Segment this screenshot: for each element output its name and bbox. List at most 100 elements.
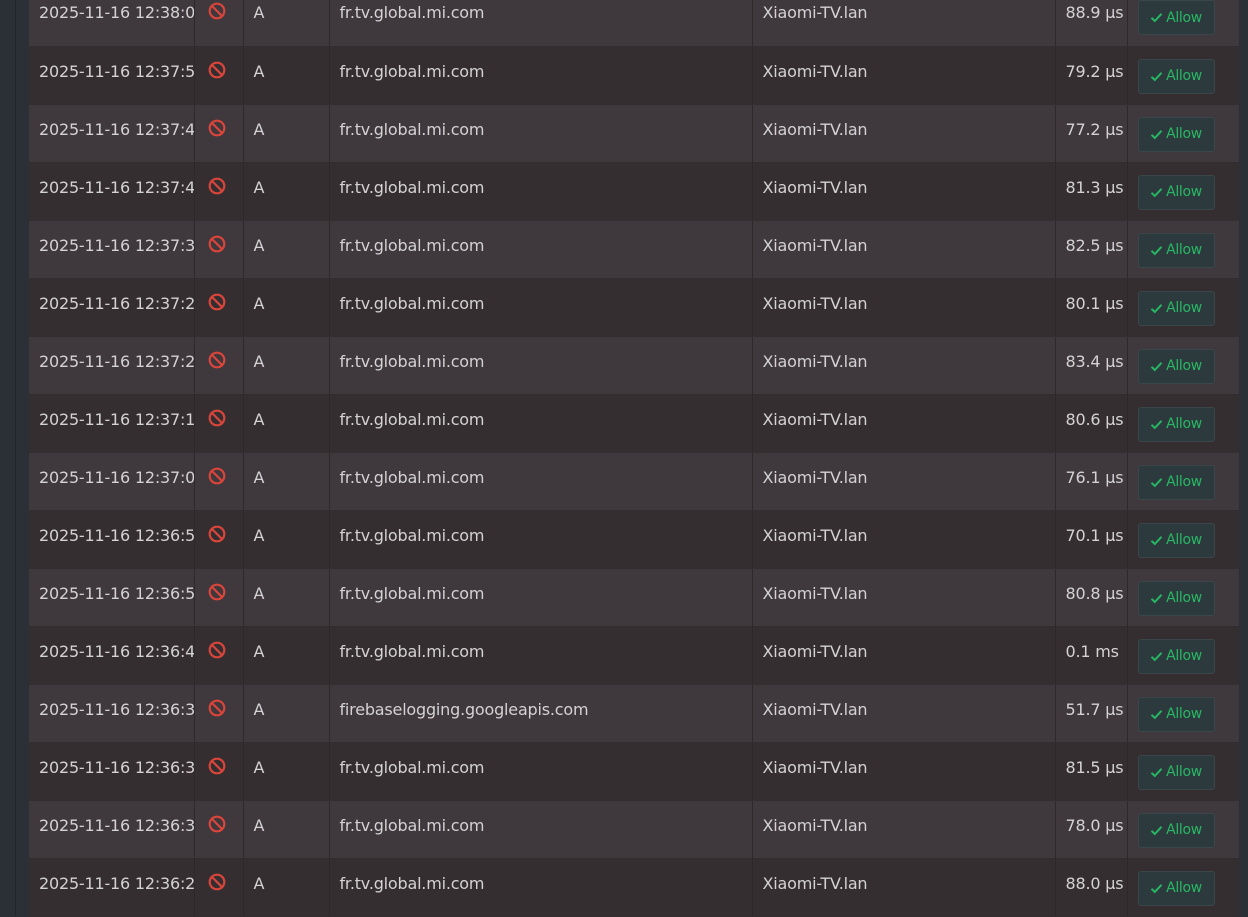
allow-button-label: Allow bbox=[1166, 184, 1202, 200]
client-cell: Xiaomi-TV.lan bbox=[752, 220, 1056, 279]
query-client: Xiaomi-TV.lan bbox=[762, 873, 868, 893]
check-icon bbox=[1150, 71, 1163, 81]
query-time: 2025-11-16 12:37:05 bbox=[39, 467, 194, 487]
block-icon bbox=[208, 815, 225, 832]
query-type: A bbox=[253, 583, 265, 603]
allow-button[interactable]: Allow bbox=[1137, 464, 1215, 500]
block-icon bbox=[208, 61, 225, 78]
reply-cell: 70.1 µs bbox=[1055, 510, 1128, 569]
query-client: Xiaomi-TV.lan bbox=[762, 409, 868, 429]
client-cell: Xiaomi-TV.lan bbox=[752, 452, 1056, 511]
query-time: 2025-11-16 12:36:37 bbox=[39, 699, 194, 719]
allow-button[interactable]: Allow bbox=[1137, 406, 1215, 442]
table-row: 2025-11-16 12:37:41 A fr.tv.global.mi.co… bbox=[29, 162, 1239, 221]
allow-button-label: Allow bbox=[1166, 880, 1202, 896]
action-cell: Allow bbox=[1127, 742, 1239, 801]
allow-button-label: Allow bbox=[1166, 822, 1202, 838]
time-cell: 2025-11-16 12:36:37 bbox=[29, 742, 195, 801]
client-cell: Xiaomi-TV.lan bbox=[752, 684, 1056, 743]
action-cell: Allow bbox=[1127, 0, 1239, 47]
status-cell bbox=[194, 510, 244, 569]
query-type: A bbox=[253, 815, 265, 835]
allow-button-label: Allow bbox=[1166, 474, 1202, 490]
query-domain: fr.tv.global.mi.com bbox=[339, 873, 485, 893]
allow-button-label: Allow bbox=[1166, 532, 1202, 548]
type-cell: A bbox=[243, 162, 330, 221]
client-cell: Xiaomi-TV.lan bbox=[752, 46, 1056, 105]
table-row: 2025-11-16 12:36:37 A fr.tv.global.mi.co… bbox=[29, 742, 1239, 801]
table-row: 2025-11-16 12:36:58 A fr.tv.global.mi.co… bbox=[29, 510, 1239, 569]
query-time: 2025-11-16 12:36:26 bbox=[39, 873, 194, 893]
allow-button-label: Allow bbox=[1166, 764, 1202, 780]
action-cell: Allow bbox=[1127, 46, 1239, 105]
query-domain: fr.tv.global.mi.com bbox=[339, 119, 485, 139]
allow-button[interactable]: Allow bbox=[1137, 116, 1215, 152]
reply-time: 81.5 µs bbox=[1065, 757, 1124, 777]
allow-button[interactable]: Allow bbox=[1137, 232, 1215, 268]
query-time: 2025-11-16 12:36:37 bbox=[39, 757, 194, 777]
allow-button-label: Allow bbox=[1166, 68, 1202, 84]
type-cell: A bbox=[243, 626, 330, 685]
query-domain: fr.tv.global.mi.com bbox=[339, 757, 485, 777]
block-icon bbox=[208, 699, 225, 716]
client-cell: Xiaomi-TV.lan bbox=[752, 278, 1056, 337]
allow-button[interactable]: Allow bbox=[1137, 638, 1215, 674]
allow-button[interactable]: Allow bbox=[1137, 58, 1215, 94]
allow-button[interactable]: Allow bbox=[1137, 290, 1215, 326]
action-cell: Allow bbox=[1127, 336, 1239, 395]
reply-cell: 82.5 µs bbox=[1055, 220, 1128, 279]
allow-button-label: Allow bbox=[1166, 9, 1202, 26]
reply-time: 78.0 µs bbox=[1065, 815, 1124, 835]
query-time: 2025-11-16 12:37:59 bbox=[39, 61, 194, 81]
domain-cell: fr.tv.global.mi.com bbox=[329, 394, 753, 453]
allow-button[interactable]: Allow bbox=[1137, 812, 1215, 848]
table-row: 2025-11-16 12:37:59 A fr.tv.global.mi.co… bbox=[29, 46, 1239, 105]
allow-button[interactable]: Allow bbox=[1137, 348, 1215, 384]
block-icon bbox=[208, 351, 225, 368]
allow-button[interactable]: Allow bbox=[1137, 580, 1215, 616]
action-cell: Allow bbox=[1127, 278, 1239, 337]
reply-time: 51.7 µs bbox=[1065, 699, 1124, 719]
table-row: 2025-11-16 12:37:13 A fr.tv.global.mi.co… bbox=[29, 394, 1239, 453]
action-cell: Allow bbox=[1127, 568, 1239, 627]
allow-button-label: Allow bbox=[1166, 242, 1202, 258]
allow-button-label: Allow bbox=[1166, 706, 1202, 722]
allow-button[interactable]: Allow bbox=[1137, 696, 1215, 732]
allow-button[interactable]: Allow bbox=[1137, 522, 1215, 558]
query-time: 2025-11-16 12:37:27 bbox=[39, 293, 194, 313]
allow-button-label: Allow bbox=[1166, 416, 1202, 432]
check-icon bbox=[1150, 593, 1163, 603]
block-icon bbox=[208, 235, 225, 252]
query-client: Xiaomi-TV.lan bbox=[762, 525, 868, 545]
table-row: 2025-11-16 12:36:44 A fr.tv.global.mi.co… bbox=[29, 626, 1239, 685]
table-row: 2025-11-16 12:37:20 A fr.tv.global.mi.co… bbox=[29, 336, 1239, 395]
allow-button[interactable]: Allow bbox=[1137, 0, 1215, 35]
domain-cell: fr.tv.global.mi.com bbox=[329, 452, 753, 511]
query-log-table-container: 2025-11-16 12:38:06 A fr.tv.global.mi.co… bbox=[29, 0, 1239, 917]
query-client: Xiaomi-TV.lan bbox=[762, 3, 868, 22]
query-client: Xiaomi-TV.lan bbox=[762, 351, 868, 371]
query-client: Xiaomi-TV.lan bbox=[762, 757, 868, 777]
allow-button-label: Allow bbox=[1166, 590, 1202, 606]
type-cell: A bbox=[243, 0, 330, 47]
query-client: Xiaomi-TV.lan bbox=[762, 235, 868, 255]
block-icon bbox=[208, 293, 225, 310]
query-type: A bbox=[253, 873, 265, 893]
check-icon bbox=[1150, 825, 1163, 835]
reply-cell: 80.8 µs bbox=[1055, 568, 1128, 627]
table-row: 2025-11-16 12:38:06 A fr.tv.global.mi.co… bbox=[29, 0, 1239, 47]
block-icon bbox=[208, 525, 225, 542]
action-cell: Allow bbox=[1127, 626, 1239, 685]
reply-cell: 81.5 µs bbox=[1055, 742, 1128, 801]
allow-button[interactable]: Allow bbox=[1137, 870, 1215, 906]
reply-cell: 77.2 µs bbox=[1055, 104, 1128, 163]
status-cell bbox=[194, 800, 244, 859]
check-icon bbox=[1150, 883, 1163, 893]
reply-time: 82.5 µs bbox=[1065, 235, 1124, 255]
block-icon bbox=[208, 2, 225, 20]
allow-button[interactable]: Allow bbox=[1137, 754, 1215, 790]
check-icon bbox=[1150, 129, 1163, 139]
allow-button[interactable]: Allow bbox=[1137, 174, 1215, 210]
query-domain: fr.tv.global.mi.com bbox=[339, 467, 485, 487]
query-time: 2025-11-16 12:37:13 bbox=[39, 409, 194, 429]
